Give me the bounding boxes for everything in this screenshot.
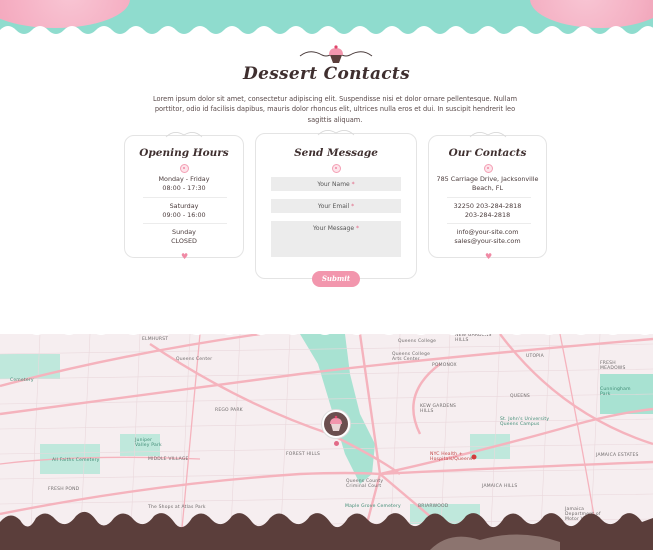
opening-hours-title: Opening Hours (139, 147, 229, 159)
email-placeholder: Your Email (317, 203, 350, 210)
map-label: JAMAICA ESTATES (596, 453, 639, 458)
map-label: Cunningham Park (600, 387, 631, 397)
divider (143, 197, 227, 198)
weekday-days: Monday - Friday (158, 175, 210, 183)
map-label: Cemetery (10, 378, 34, 383)
map-label: UTOPIA (526, 354, 544, 359)
flourish-icon (469, 132, 507, 138)
required-mark: * (351, 203, 355, 210)
our-contacts-title: Our Contacts (448, 147, 527, 159)
cupcake-icon (330, 415, 342, 431)
map-label: Queens College Arts Center (392, 352, 431, 362)
address-line1: 785 Carriage Drive, Jacksonville (436, 175, 539, 183)
divider (143, 223, 227, 224)
map-label: JAMAICA HILLS (482, 484, 518, 489)
intro-paragraph: Lorem ipsum dolor sit amet, consectetur … (152, 95, 518, 124)
cupcake-ornament-icon (299, 45, 373, 63)
sunday-time: CLOSED (171, 237, 197, 245)
message-textarea[interactable]: Your Message * (271, 221, 401, 257)
our-contacts-card: Our Contacts 785 Carriage Drive, Jackson… (428, 135, 547, 261)
divider (447, 223, 531, 224)
map-label: Queens Center (176, 357, 213, 362)
map-label: FRESH MEADOWS (600, 361, 626, 371)
top-wave-divider (0, 26, 653, 40)
map-label: FRESH POND (48, 487, 80, 492)
name-field[interactable]: Your Name * (271, 177, 401, 191)
email-1[interactable]: info@your-site.com (429, 228, 546, 237)
marker-tip-icon (334, 441, 339, 446)
map-label: Juniper Valley Park (135, 438, 162, 448)
map-label: MIDDLE VILLAGE (148, 457, 189, 462)
name-placeholder: Your Name (317, 181, 350, 188)
sunday-day: Sunday (172, 228, 196, 236)
map-label: NYC Health + Hospitals/Queens (430, 452, 473, 462)
map-marker[interactable] (322, 410, 350, 438)
map-label: KEW GARDENS HILLS (420, 404, 457, 414)
map-label: All Faiths Cemetery (52, 458, 100, 463)
heart-icon: ♥ (181, 252, 189, 261)
map-label: Queens County Criminal Court (346, 479, 384, 489)
divider (447, 197, 531, 198)
flourish-icon (317, 130, 355, 136)
map-label: St. John's University Queens Campus (500, 417, 550, 427)
send-message-title: Send Message (294, 147, 378, 159)
chocolate-drip-decoration (0, 511, 653, 550)
weekday-time: 08:00 - 17:30 (162, 184, 206, 192)
saturday-day: Saturday (169, 202, 199, 210)
flourish-icon (165, 132, 203, 138)
opening-hours-card: Opening Hours Monday - Friday 08:00 - 17… (124, 135, 244, 261)
message-placeholder: Your Message (313, 225, 355, 232)
map-label: POMONOX (432, 363, 457, 368)
map-label: FOREST HILLS (286, 452, 321, 457)
map-label: QUEENS (510, 394, 530, 399)
submit-button[interactable]: Submit (312, 271, 360, 287)
required-mark: * (351, 181, 355, 188)
address-line2: Beach, FL (471, 184, 504, 192)
required-mark: * (355, 225, 359, 232)
heart-icon: ♥ (485, 252, 493, 261)
card-dot-icon (484, 164, 493, 173)
page-title: Dessert Contacts (243, 64, 410, 84)
map-wave-divider (0, 326, 653, 335)
card-dot-icon (180, 164, 189, 173)
email-field[interactable]: Your Email * (271, 199, 401, 213)
phone-1: 32250 203-284-2818 (453, 202, 522, 210)
phone-2: 203-284-2818 (464, 211, 511, 219)
email-2[interactable]: sales@your-site.com (429, 237, 546, 246)
map-label: REGO PARK (215, 408, 243, 413)
card-dot-icon (332, 164, 341, 173)
saturday-time: 09:00 - 16:00 (162, 211, 206, 219)
